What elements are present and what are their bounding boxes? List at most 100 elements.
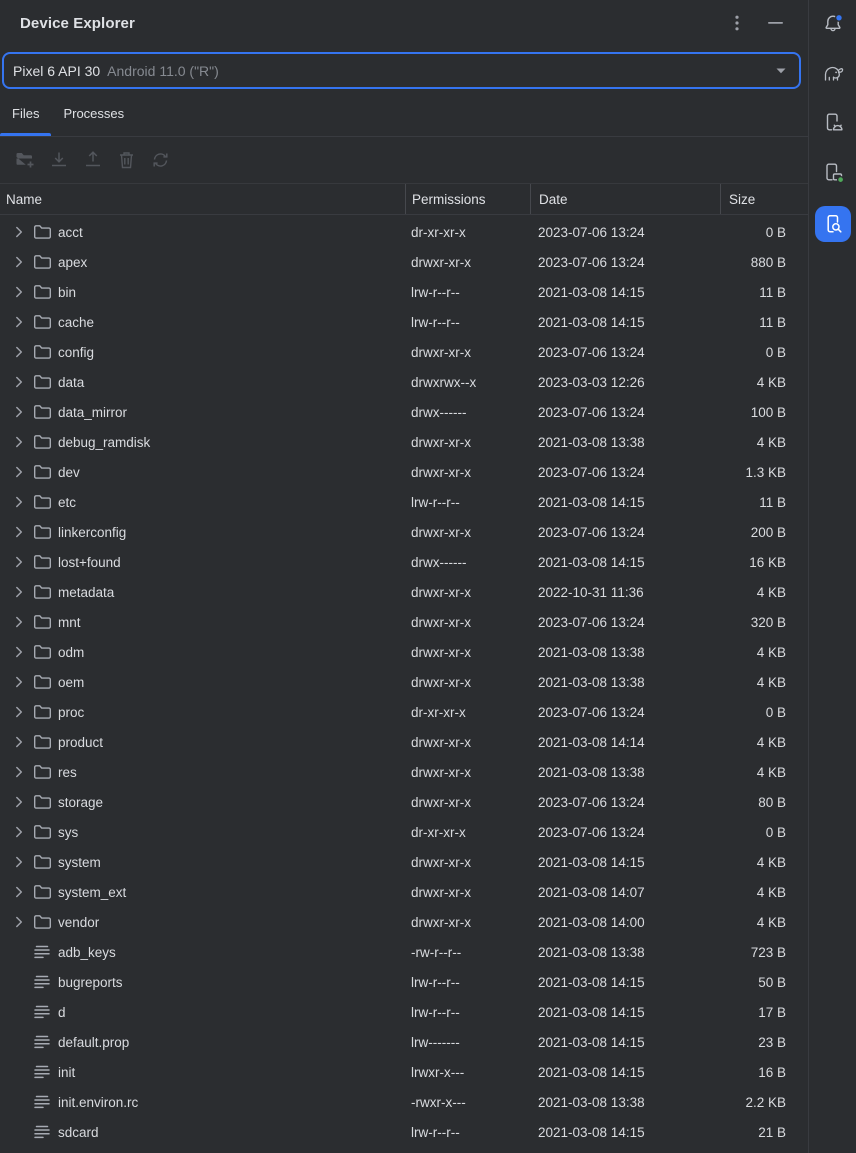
folder-icon — [32, 734, 52, 750]
row-label: odm — [58, 645, 84, 660]
expand-chevron-icon[interactable] — [13, 316, 25, 328]
table-row[interactable]: bin lrw-r--r-- 2021-03-08 14:15 11 B — [0, 277, 808, 307]
row-label: data — [58, 375, 84, 390]
column-header-name[interactable]: Name — [0, 184, 405, 214]
permissions-cell: drwxr-xr-x — [405, 517, 530, 547]
date-cell: 2023-07-06 13:24 — [530, 787, 720, 817]
refresh-button[interactable] — [149, 149, 172, 172]
permissions-cell: drwxr-xr-x — [405, 337, 530, 367]
gradle-button[interactable] — [809, 56, 856, 90]
table-row[interactable]: vendor drwxr-xr-x 2021-03-08 14:00 4 KB — [0, 907, 808, 937]
table-row[interactable]: res drwxr-xr-x 2021-03-08 13:38 4 KB — [0, 757, 808, 787]
permissions-cell: drwx------ — [405, 397, 530, 427]
table-row[interactable]: adb_keys -rw-r--r-- 2021-03-08 13:38 723… — [0, 937, 808, 967]
file-toolbar — [0, 137, 808, 183]
table-row[interactable]: init.environ.rc -rwxr-x--- 2021-03-08 13… — [0, 1087, 808, 1117]
expand-chevron-icon[interactable] — [13, 346, 25, 358]
device-explorer-button[interactable] — [815, 206, 851, 242]
row-label: acct — [58, 225, 83, 240]
expand-chevron-icon[interactable] — [13, 286, 25, 298]
upload-file-button[interactable] — [81, 149, 104, 172]
expand-chevron-icon[interactable] — [13, 856, 25, 868]
size-cell: 4 KB — [720, 637, 808, 667]
expand-chevron-icon[interactable] — [13, 376, 25, 388]
expand-chevron-icon[interactable] — [13, 526, 25, 538]
table-row[interactable]: system drwxr-xr-x 2021-03-08 14:15 4 KB — [0, 847, 808, 877]
column-header-date[interactable]: Date — [530, 184, 720, 214]
table-row[interactable]: odm drwxr-xr-x 2021-03-08 13:38 4 KB — [0, 637, 808, 667]
expand-chevron-icon[interactable] — [13, 466, 25, 478]
table-row[interactable]: data drwxrwx--x 2023-03-03 12:26 4 KB — [0, 367, 808, 397]
permissions-cell: lrw------- — [405, 1027, 530, 1057]
table-row[interactable]: config drwxr-xr-x 2023-07-06 13:24 0 B — [0, 337, 808, 367]
expand-chevron-icon[interactable] — [13, 766, 25, 778]
name-cell: system_ext — [0, 877, 405, 907]
expand-chevron-icon[interactable] — [13, 226, 25, 238]
permissions-cell: drwx------ — [405, 547, 530, 577]
running-devices-button[interactable] — [809, 156, 856, 190]
size-cell: 50 B — [720, 967, 808, 997]
table-row[interactable]: data_mirror drwx------ 2023-07-06 13:24 … — [0, 397, 808, 427]
table-row[interactable]: storage drwxr-xr-x 2023-07-06 13:24 80 B — [0, 787, 808, 817]
table-row[interactable]: cache lrw-r--r-- 2021-03-08 14:15 11 B — [0, 307, 808, 337]
column-header-size[interactable]: Size — [720, 184, 808, 214]
table-row[interactable]: etc lrw-r--r-- 2021-03-08 14:15 11 B — [0, 487, 808, 517]
table-row[interactable]: sdcard lrw-r--r-- 2021-03-08 14:15 21 B — [0, 1117, 808, 1147]
table-row[interactable]: d lrw-r--r-- 2021-03-08 14:15 17 B — [0, 997, 808, 1027]
phone-search-icon — [828, 216, 841, 232]
expand-chevron-icon[interactable] — [13, 676, 25, 688]
expand-chevron-icon[interactable] — [13, 826, 25, 838]
table-row[interactable]: dev drwxr-xr-x 2023-07-06 13:24 1.3 KB — [0, 457, 808, 487]
expand-chevron-icon[interactable] — [13, 496, 25, 508]
expand-chevron-icon[interactable] — [13, 916, 25, 928]
new-folder-button[interactable] — [13, 149, 36, 172]
chevron-down-icon — [775, 67, 787, 75]
device-manager-button[interactable] — [809, 106, 856, 140]
tab-processes[interactable]: Processes — [51, 90, 136, 136]
table-row[interactable]: oem drwxr-xr-x 2021-03-08 13:38 4 KB — [0, 667, 808, 697]
expand-chevron-icon[interactable] — [13, 796, 25, 808]
table-row[interactable]: mnt drwxr-xr-x 2023-07-06 13:24 320 B — [0, 607, 808, 637]
expand-chevron-icon[interactable] — [13, 556, 25, 568]
table-row[interactable]: init lrwxr-x--- 2021-03-08 14:15 16 B — [0, 1057, 808, 1087]
table-row[interactable]: lost+found drwx------ 2021-03-08 14:15 1… — [0, 547, 808, 577]
tab-processes-label: Processes — [63, 106, 124, 121]
permissions-cell: lrw-r--r-- — [405, 307, 530, 337]
options-kebab-menu-button[interactable] — [726, 12, 748, 34]
folder-icon — [32, 584, 52, 600]
row-label: vendor — [58, 915, 99, 930]
expand-chevron-icon[interactable] — [13, 706, 25, 718]
expand-chevron-icon[interactable] — [13, 616, 25, 628]
tab-files[interactable]: Files — [0, 90, 51, 136]
minimize-button[interactable] — [764, 12, 786, 34]
notifications-button[interactable] — [809, 7, 856, 41]
expand-chevron-icon[interactable] — [13, 586, 25, 598]
device-selector[interactable]: Pixel 6 API 30 Android 11.0 ("R") — [2, 52, 801, 89]
date-cell: 2021-03-08 13:38 — [530, 937, 720, 967]
expand-chevron-icon[interactable] — [13, 436, 25, 448]
table-row[interactable]: system_ext drwxr-xr-x 2021-03-08 14:07 4… — [0, 877, 808, 907]
table-row[interactable]: metadata drwxr-xr-x 2022-10-31 11:36 4 K… — [0, 577, 808, 607]
row-label: proc — [58, 705, 84, 720]
table-row[interactable]: apex drwxr-xr-x 2023-07-06 13:24 880 B — [0, 247, 808, 277]
table-row[interactable]: linkerconfig drwxr-xr-x 2023-07-06 13:24… — [0, 517, 808, 547]
table-row[interactable]: proc dr-xr-xr-x 2023-07-06 13:24 0 B — [0, 697, 808, 727]
file-icon — [32, 1125, 52, 1140]
expand-chevron-icon[interactable] — [13, 886, 25, 898]
folder-icon — [32, 284, 52, 300]
table-row[interactable]: product drwxr-xr-x 2021-03-08 14:14 4 KB — [0, 727, 808, 757]
table-row[interactable]: default.prop lrw------- 2021-03-08 14:15… — [0, 1027, 808, 1057]
table-row[interactable]: sys dr-xr-xr-x 2023-07-06 13:24 0 B — [0, 817, 808, 847]
table-row[interactable]: bugreports lrw-r--r-- 2021-03-08 14:15 5… — [0, 967, 808, 997]
download-file-button[interactable] — [47, 149, 70, 172]
expand-chevron-icon[interactable] — [13, 256, 25, 268]
size-cell: 80 B — [720, 787, 808, 817]
expand-chevron-icon[interactable] — [13, 736, 25, 748]
expand-chevron-icon[interactable] — [13, 406, 25, 418]
table-row[interactable]: acct dr-xr-xr-x 2023-07-06 13:24 0 B — [0, 217, 808, 247]
delete-button[interactable] — [115, 149, 138, 172]
size-cell: 11 B — [720, 487, 808, 517]
expand-chevron-icon[interactable] — [13, 646, 25, 658]
table-row[interactable]: debug_ramdisk drwxr-xr-x 2021-03-08 13:3… — [0, 427, 808, 457]
column-header-permissions[interactable]: Permissions — [405, 184, 530, 214]
